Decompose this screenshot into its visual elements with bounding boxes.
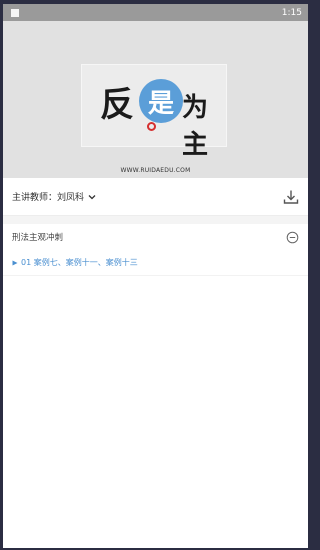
section-title: 刑法主观冲刺 bbox=[12, 233, 64, 243]
teacher-label: 主讲教师：刘凤科 bbox=[12, 193, 85, 203]
section-divider bbox=[3, 216, 308, 224]
app-window: 1:15 反 是 为主 WWW.RUIDAEDU.COM 主讲教师：刘凤科 刑法… bbox=[3, 4, 308, 548]
course-banner: 反 是 为主 WWW.RUIDAEDU.COM bbox=[3, 21, 308, 178]
play-triangle-icon bbox=[12, 260, 18, 265]
minus-circle-icon[interactable] bbox=[286, 231, 299, 244]
logo-card: 反 是 为主 bbox=[81, 64, 227, 160]
square-icon bbox=[11, 8, 19, 17]
list-item[interactable]: 01 案例七、案例十一、案例十三 bbox=[3, 250, 308, 276]
logo-seal-icon bbox=[147, 122, 156, 131]
teacher-row: 主讲教师：刘凤科 bbox=[3, 178, 308, 216]
download-icon[interactable] bbox=[282, 188, 300, 206]
section-header[interactable]: 刑法主观冲刺 bbox=[3, 224, 308, 250]
lesson-label: 01 案例七、案例十一、案例十三 bbox=[21, 258, 138, 267]
logo-circle: 是 bbox=[139, 79, 183, 123]
logo-char-shi: 是 bbox=[147, 88, 174, 119]
logo-char-fan: 反 bbox=[100, 85, 134, 125]
status-time: 1:15 bbox=[281, 7, 302, 18]
status-bar: 1:15 bbox=[3, 4, 308, 21]
chevron-down-icon bbox=[88, 194, 96, 199]
logo-url: WWW.RUIDAEDU.COM bbox=[120, 167, 191, 174]
logo-char-weizhu: 为主 bbox=[182, 93, 209, 160]
teacher-selector[interactable]: 主讲教师：刘凤科 bbox=[12, 190, 97, 203]
